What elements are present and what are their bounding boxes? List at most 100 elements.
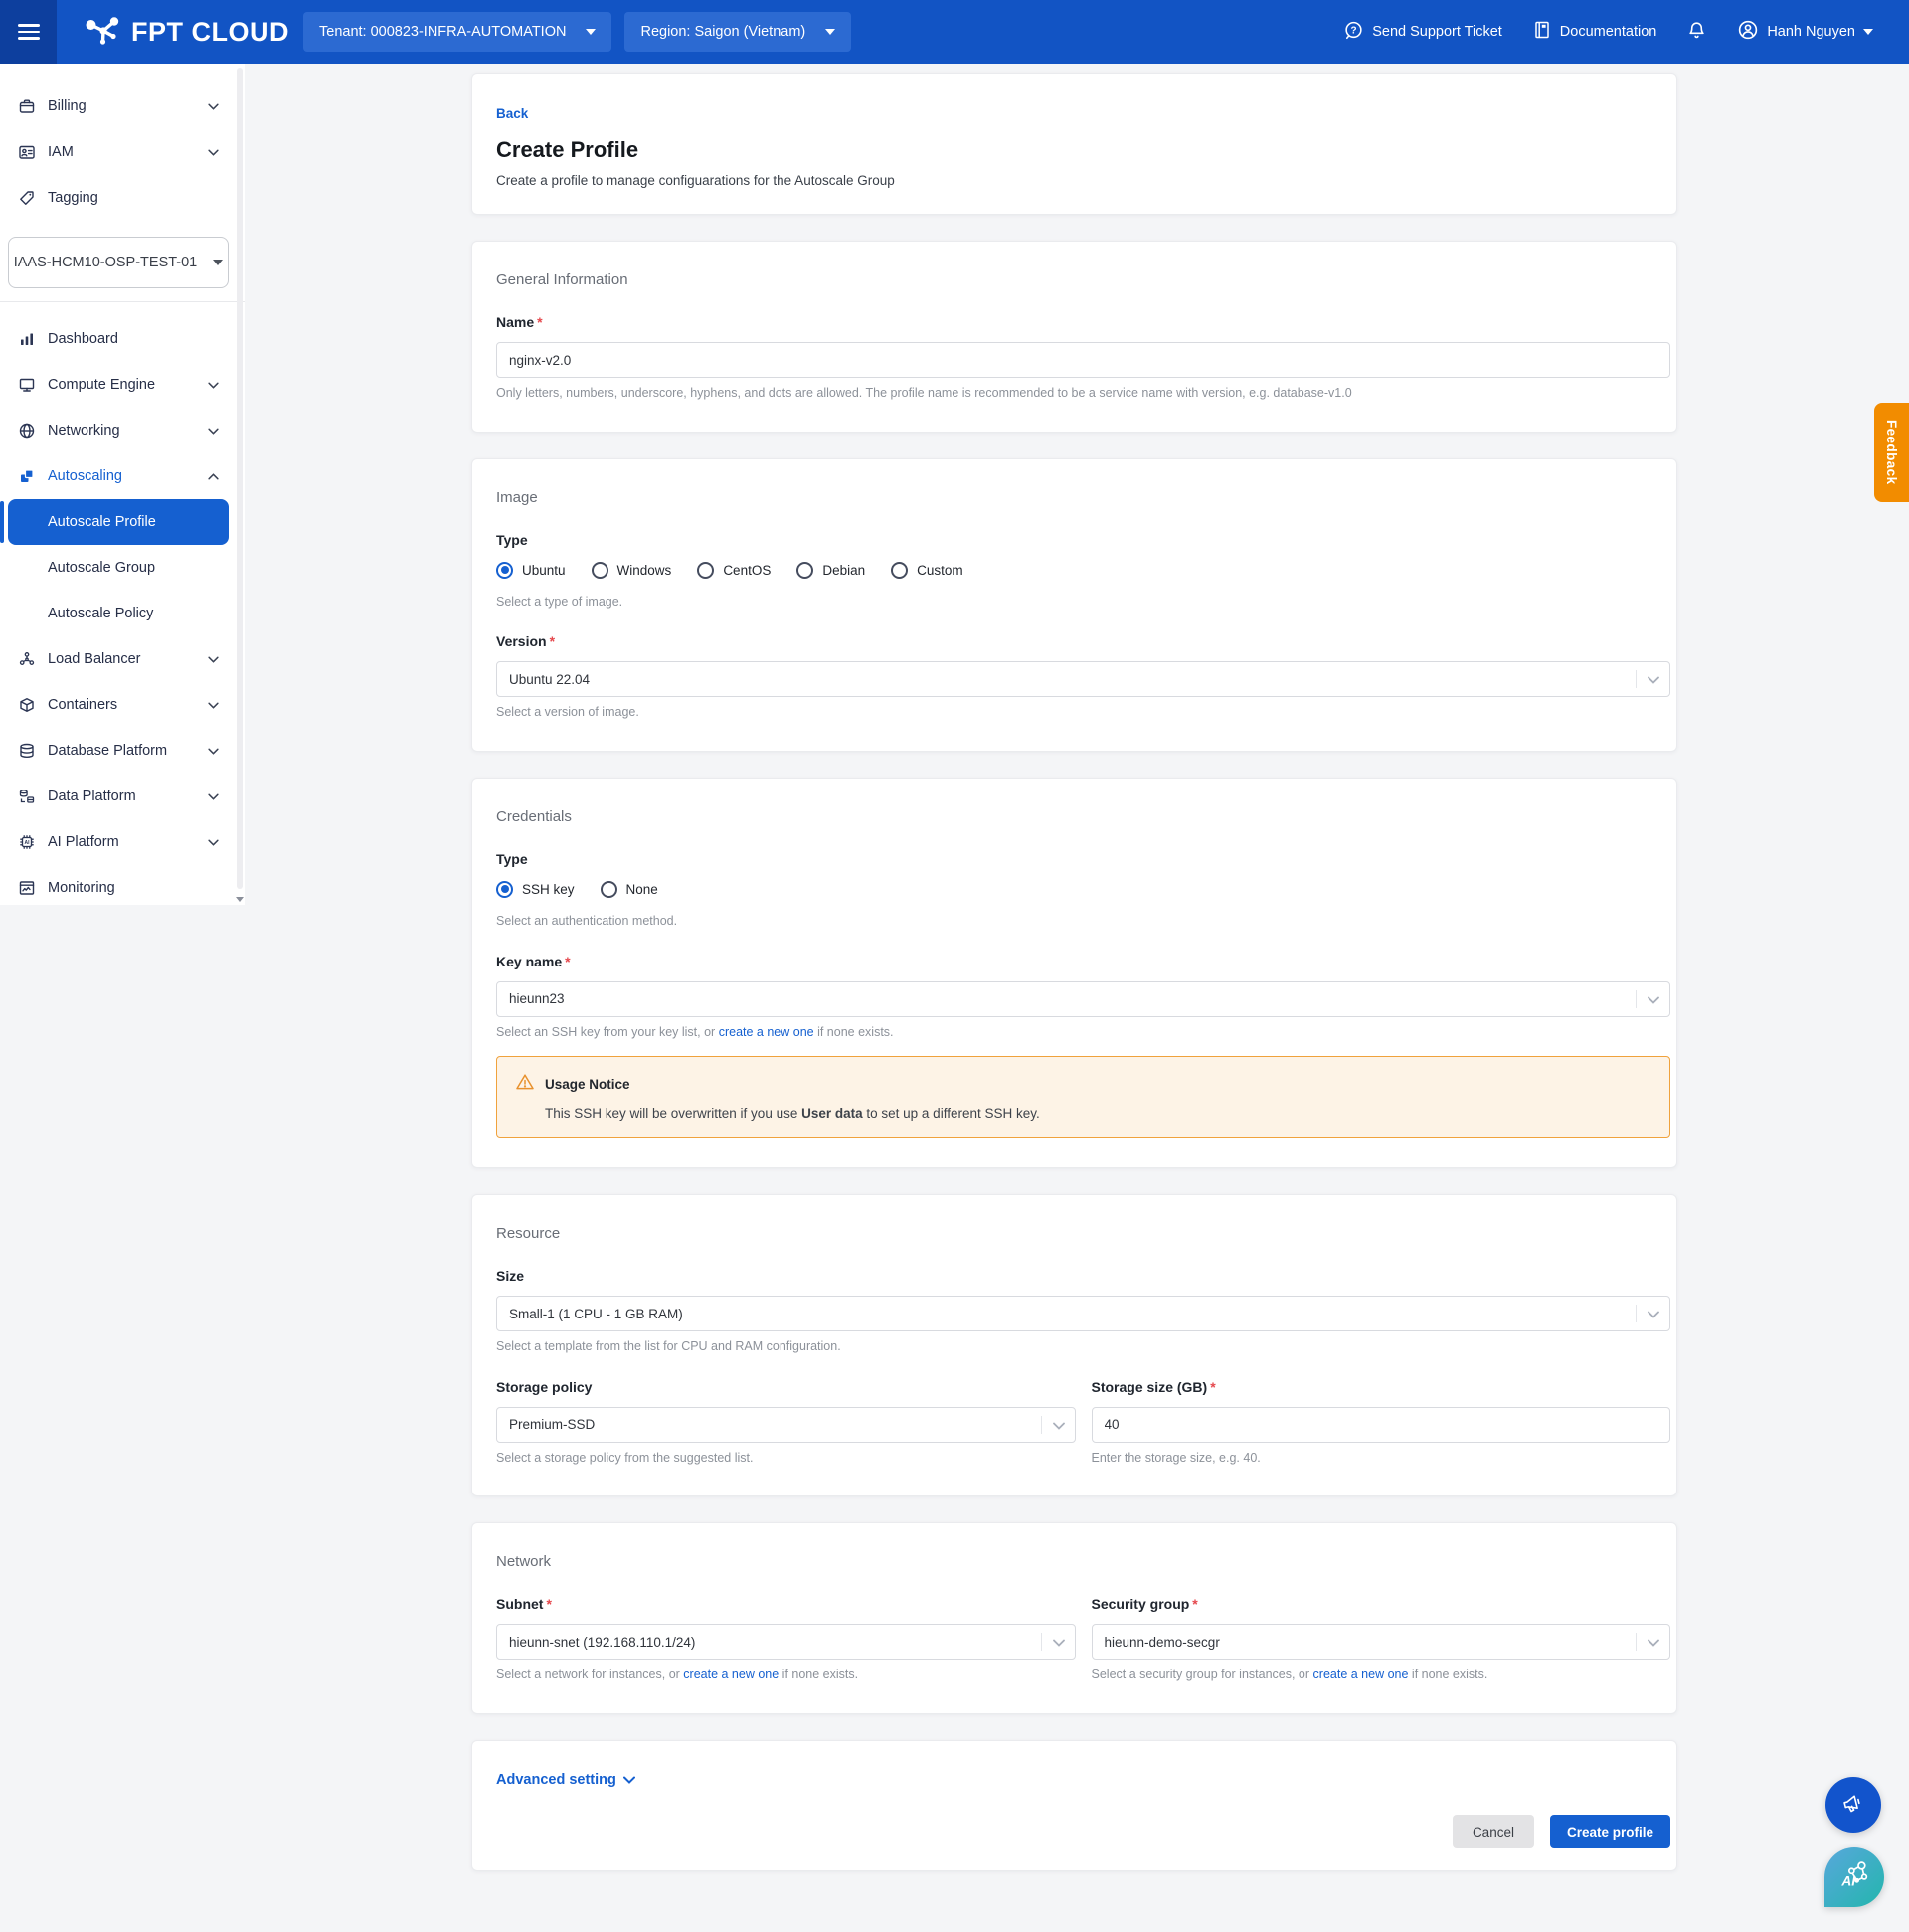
warning-icon: [515, 1072, 535, 1097]
tenant-selector[interactable]: Tenant: 000823-INFRA-AUTOMATION: [303, 12, 612, 52]
sidebar-item-data-platform[interactable]: Data Platform: [8, 774, 229, 819]
sidebar-item-load-balancer[interactable]: Load Balancer: [8, 636, 229, 682]
project-selector[interactable]: IAAS-HCM10-OSP-TEST-01: [8, 237, 229, 288]
sidebar-item-monitoring[interactable]: Monitoring: [8, 865, 229, 911]
sidebar-item-containers[interactable]: Containers: [8, 682, 229, 728]
radio-none[interactable]: None: [600, 880, 658, 898]
size-select[interactable]: Small-1 (1 CPU - 1 GB RAM): [496, 1296, 1670, 1332]
sidebar: Billing IAM Tagging IAAS-HCM10-OSP-TEST-…: [0, 64, 245, 905]
tag-icon: [18, 189, 36, 207]
scroll-down-arrow-icon[interactable]: [236, 895, 244, 903]
security-group-select-value: hieunn-demo-secgr: [1104, 1634, 1220, 1650]
create-new-key-link[interactable]: create a new one: [719, 1025, 814, 1039]
section-heading: Image: [496, 488, 538, 506]
usage-notice: Usage Notice This SSH key will be overwr…: [496, 1056, 1670, 1139]
announcements-button[interactable]: [1825, 1777, 1881, 1833]
storage-policy-select[interactable]: Premium-SSD: [496, 1406, 1076, 1443]
notifications-button[interactable]: [1686, 20, 1707, 45]
sidebar-item-label: Autoscale Profile: [48, 514, 156, 530]
globe-icon: [18, 422, 36, 439]
storage-size-input[interactable]: [1091, 1406, 1670, 1443]
chevron-down-icon: [208, 382, 219, 389]
chevron-down-icon: [208, 656, 219, 663]
cancel-button[interactable]: Cancel: [1452, 1815, 1534, 1848]
create-profile-button[interactable]: Create profile: [1549, 1815, 1670, 1848]
sidebar-item-label: Monitoring: [48, 880, 115, 896]
storage-size-help-text: Enter the storage size, e.g. 40.: [1091, 1450, 1261, 1465]
user-menu[interactable]: Hanh Nguyen: [1737, 19, 1873, 45]
documentation-link[interactable]: Documentation: [1532, 20, 1656, 44]
back-link[interactable]: Back: [496, 106, 528, 121]
svg-text:?: ?: [1351, 25, 1357, 36]
sidebar-item-autoscale-profile[interactable]: Autoscale Profile: [0, 499, 229, 545]
key-name-select[interactable]: hieunn23: [496, 980, 1670, 1017]
support-label: Send Support Ticket: [1372, 24, 1502, 40]
chevron-down-icon: [208, 839, 219, 846]
sidebar-item-autoscale-policy[interactable]: Autoscale Policy: [8, 591, 229, 636]
subnet-select-value: hieunn-snet (192.168.110.1/24): [509, 1634, 696, 1650]
region-selector[interactable]: Region: Saigon (Vietnam): [624, 12, 852, 52]
chevron-down-icon: [208, 702, 219, 709]
form-actions: Cancel Create profile: [496, 1815, 1670, 1848]
advanced-setting-toggle[interactable]: Advanced setting: [496, 1772, 635, 1788]
image-type-label: Type: [496, 531, 528, 548]
subnet-select[interactable]: hieunn-snet (192.168.110.1/24): [496, 1624, 1076, 1661]
sidebar-item-database-platform[interactable]: Database Platform: [8, 728, 229, 774]
support-chat-icon: ?: [1343, 20, 1364, 45]
image-section: Image Type Ubuntu Windows CentOS Debian: [471, 457, 1677, 752]
radio-centos[interactable]: CentOS: [697, 561, 771, 579]
security-group-label: Security group *: [1091, 1596, 1198, 1613]
sidebar-item-iam[interactable]: IAM: [8, 129, 229, 175]
feedback-tab[interactable]: Feedback: [1874, 403, 1909, 502]
radio-windows[interactable]: Windows: [591, 561, 671, 579]
sidebar-item-compute-engine[interactable]: Compute Engine: [8, 362, 229, 408]
support-ticket-link[interactable]: ? Send Support Ticket: [1343, 20, 1502, 45]
ai-molecule-icon: AI: [1835, 1856, 1873, 1899]
name-input[interactable]: [496, 342, 1670, 378]
radio-icon: [496, 880, 513, 898]
sidebar-scrollbar[interactable]: [237, 68, 243, 889]
radio-debian[interactable]: Debian: [796, 561, 865, 579]
tenant-label: Tenant: 000823-INFRA-AUTOMATION: [319, 24, 567, 40]
chevron-down-icon: [586, 29, 597, 35]
security-group-select[interactable]: hieunn-demo-secgr: [1091, 1624, 1670, 1661]
megaphone-icon: [1839, 1789, 1867, 1822]
chevron-down-icon: [1648, 1311, 1659, 1318]
sidebar-item-networking[interactable]: Networking: [8, 408, 229, 453]
ai-assistant-button[interactable]: AI: [1824, 1847, 1884, 1907]
sidebar-item-label: Data Platform: [48, 789, 136, 804]
chevron-down-icon: [213, 260, 224, 265]
required-mark: *: [1192, 1596, 1198, 1613]
sidebar-item-tagging[interactable]: Tagging: [8, 175, 229, 221]
main-content: Back Create Profile Create a profile to …: [471, 64, 1677, 1871]
sidebar-item-billing[interactable]: Billing: [8, 84, 229, 129]
chevron-down-icon: [1648, 1639, 1659, 1648]
fpt-molecule-icon: [83, 10, 122, 55]
sidebar-item-label: Containers: [48, 697, 118, 713]
sidebar-item-label: Dashboard: [48, 331, 118, 347]
bar-chart-icon: [18, 330, 36, 348]
name-label: Name *: [496, 314, 543, 330]
sidebar-item-ai-platform[interactable]: AI AI Platform: [8, 819, 229, 865]
menu-button[interactable]: [0, 0, 57, 64]
general-information-section: General Information Name* Only letters, …: [471, 241, 1677, 433]
version-select[interactable]: Ubuntu 22.04: [496, 661, 1670, 698]
radio-icon: [600, 880, 617, 898]
image-type-radio-group: Ubuntu Windows CentOS Debian Custom: [496, 560, 1670, 579]
key-name-label: Key name *: [496, 953, 571, 969]
required-mark: *: [1210, 1378, 1216, 1395]
monitor-icon: [18, 376, 36, 394]
sidebar-item-autoscaling[interactable]: Autoscaling: [8, 453, 229, 499]
radio-ubuntu[interactable]: Ubuntu: [496, 561, 566, 579]
create-new-subnet-link[interactable]: create a new one: [683, 1668, 779, 1681]
create-new-secgroup-link[interactable]: create a new one: [1313, 1668, 1409, 1681]
select-divider: [1636, 670, 1637, 689]
credentials-section: Credentials Type SSH key None Select an …: [471, 777, 1677, 1169]
select-divider: [1040, 1633, 1042, 1652]
radio-ssh-key[interactable]: SSH key: [496, 880, 575, 898]
radio-custom[interactable]: Custom: [891, 561, 963, 579]
billing-icon: [18, 97, 36, 115]
sidebar-item-dashboard[interactable]: Dashboard: [8, 316, 229, 362]
data-platform-icon: [18, 788, 36, 805]
sidebar-item-autoscale-group[interactable]: Autoscale Group: [8, 545, 229, 591]
